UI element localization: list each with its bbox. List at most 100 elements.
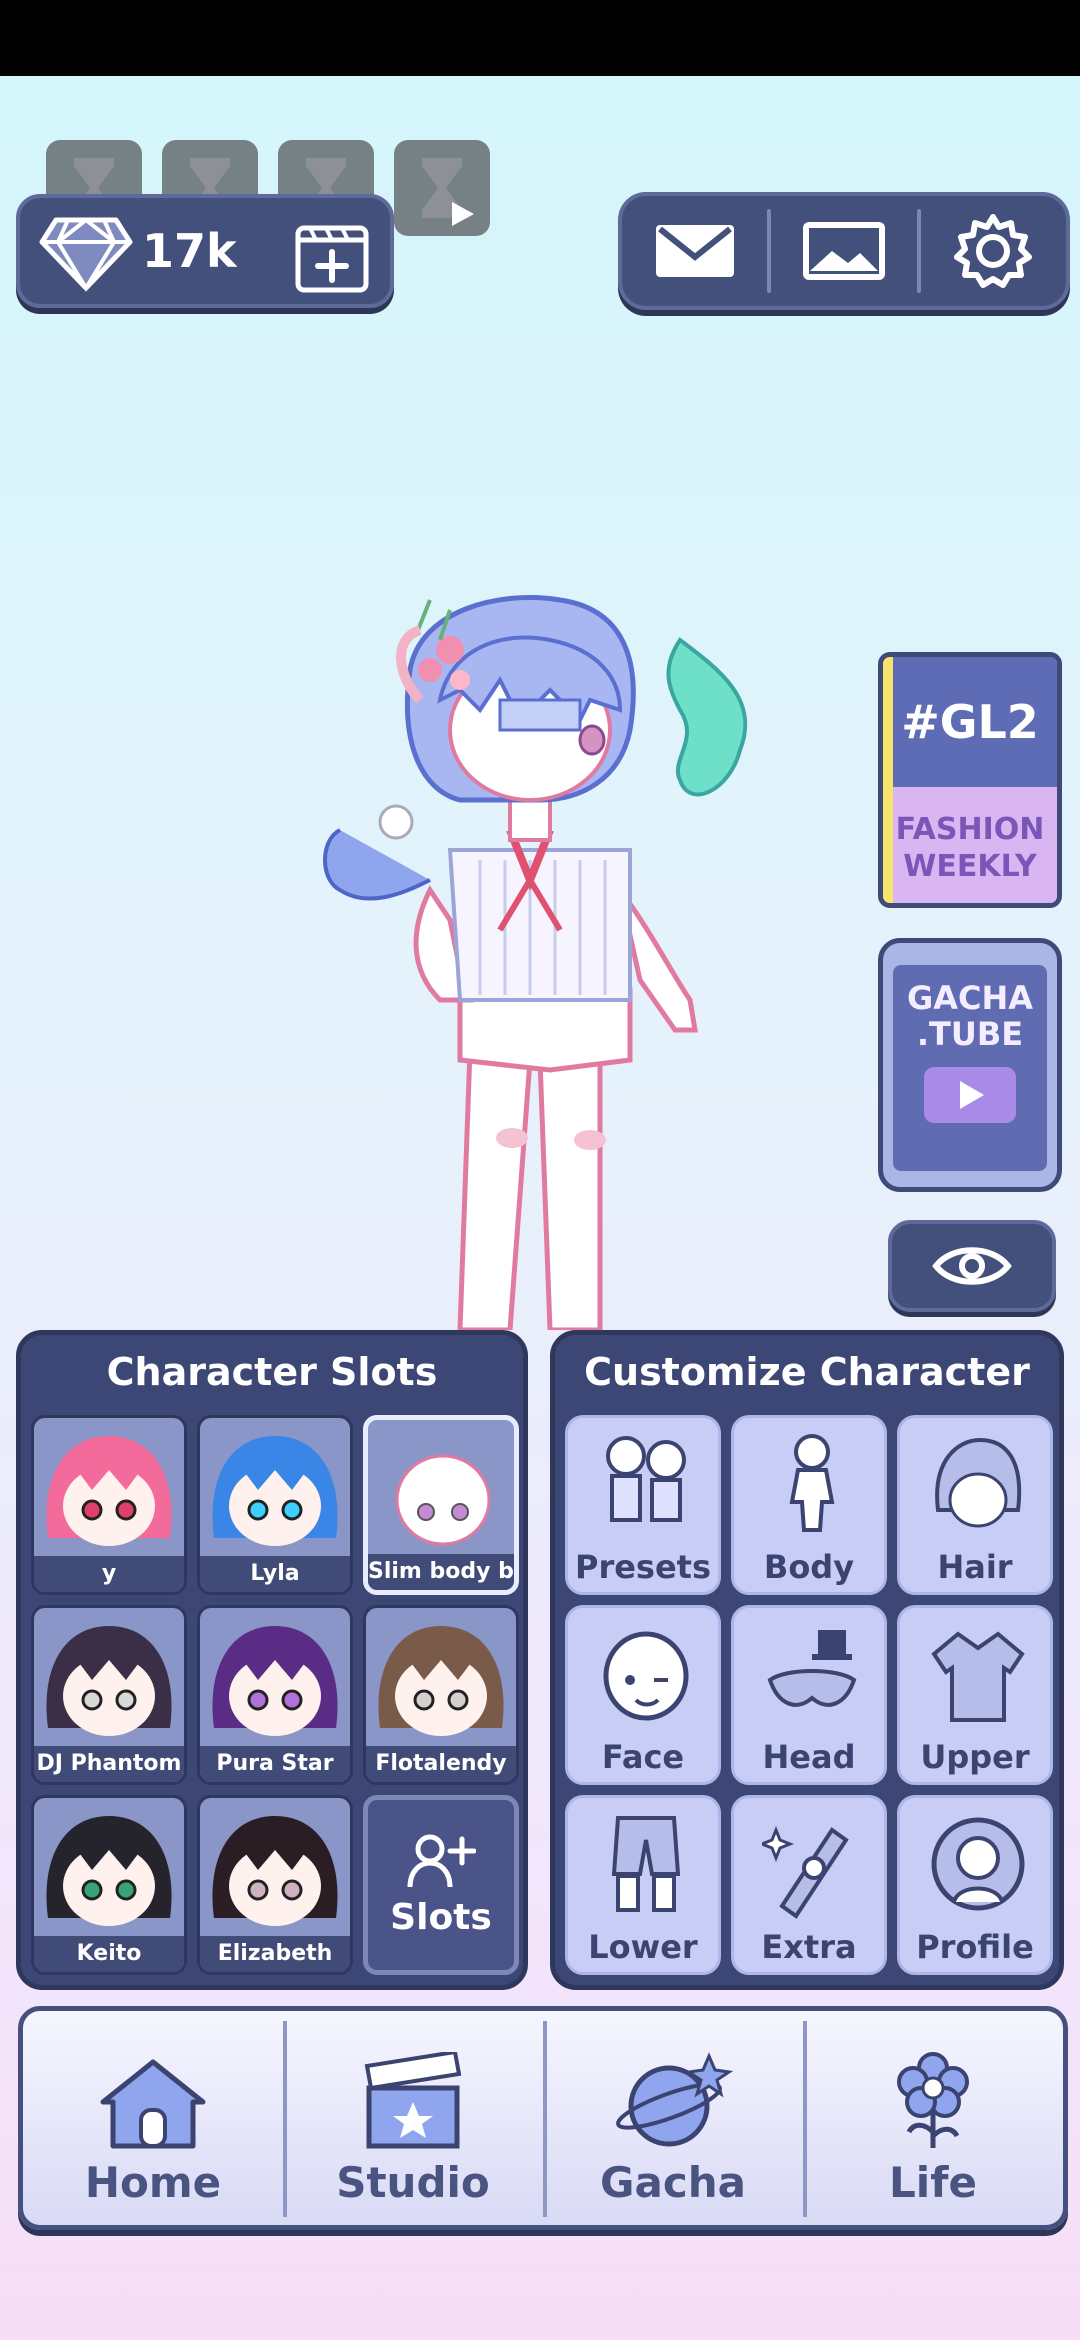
eye-right <box>115 1689 137 1711</box>
magazine-cover-bottom: FASHION WEEKLY <box>883 787 1057 903</box>
slot-label: Pura Star <box>200 1746 350 1782</box>
tile-label: Body <box>763 1548 855 1586</box>
character-avatar <box>46 1816 172 1926</box>
mail-button[interactable] <box>622 196 767 306</box>
character-avatar <box>46 1626 172 1736</box>
add-gems-video-button[interactable] <box>292 214 372 298</box>
character-slot[interactable]: y <box>31 1415 187 1595</box>
gear-icon <box>954 214 1033 288</box>
customize-hair-button[interactable]: Hair <box>897 1415 1053 1595</box>
home-icon <box>100 2059 206 2149</box>
upper-icon <box>931 1631 1025 1722</box>
eye-left <box>247 1499 269 1521</box>
nav-gacha[interactable]: Gacha <box>543 2011 803 2225</box>
profile-icon <box>931 1817 1025 1911</box>
character-slots-panel: Character Slots y Lyla Slim body b DJ Ph… <box>16 1330 528 1990</box>
character-slot[interactable]: Lyla <box>197 1415 353 1595</box>
mail-icon <box>655 225 734 277</box>
customize-head-button[interactable]: Head <box>731 1605 887 1785</box>
slot-label: Flotalendy <box>366 1746 516 1782</box>
eye-left <box>81 1499 103 1521</box>
nav-studio[interactable]: Studio <box>283 2011 543 2225</box>
eye-left <box>247 1689 269 1711</box>
eye-right <box>451 1503 469 1521</box>
extra-icon <box>762 1825 849 1919</box>
gacha-tube-button[interactable]: GACHA .TUBE <box>878 938 1062 1192</box>
slot-label: Keito <box>34 1936 184 1972</box>
character-avatar <box>395 1454 491 1546</box>
customize-upper-button[interactable]: Upper <box>897 1605 1053 1785</box>
tube-screen: GACHA .TUBE <box>893 965 1047 1171</box>
lower-icon <box>611 1816 681 1912</box>
clapperboard-icon <box>364 2052 462 2149</box>
slot-label: Slim body bas <box>368 1554 514 1590</box>
slot-label: Lyla <box>200 1556 350 1592</box>
add-slots-label: Slots <box>390 1896 492 1938</box>
nav-home[interactable]: Home <box>23 2011 283 2225</box>
ad-reward-button-4[interactable] <box>394 140 490 236</box>
magazine-subtitle-2: WEEKLY <box>903 849 1037 884</box>
eye-icon <box>932 1247 1012 1285</box>
tile-label: Lower <box>588 1928 698 1966</box>
hourglass-icon <box>422 158 474 226</box>
body-icon <box>789 1434 835 1532</box>
tube-title: GACHA .TUBE <box>907 980 1033 1053</box>
tile-label: Upper <box>920 1738 1030 1776</box>
tile-label: Face <box>601 1738 685 1776</box>
head-icon <box>767 1630 857 1707</box>
character-slots-title: Character Slots <box>106 1350 438 1394</box>
play-icon <box>924 1066 1016 1123</box>
face-icon <box>603 1631 689 1721</box>
add-user-icon <box>407 1834 476 1887</box>
customize-presets-button[interactable]: Presets <box>565 1415 721 1595</box>
bottom-navigation: Home Studio Gacha Life <box>18 2006 1068 2230</box>
magazine-title: #GL2 <box>901 695 1039 749</box>
character-avatar <box>378 1626 504 1736</box>
eye-left <box>413 1689 435 1711</box>
character-slot[interactable]: Pura Star <box>197 1605 353 1785</box>
character-slot[interactable]: Keito <box>31 1795 187 1975</box>
character-slot[interactable]: DJ Phantom <box>31 1605 187 1785</box>
tube-title-line-2: .TUBE <box>916 1014 1024 1053</box>
customize-lower-button[interactable]: Lower <box>565 1795 721 1975</box>
gem-count: 17k <box>142 224 237 278</box>
eye-right <box>281 1879 303 1901</box>
customize-profile-button[interactable]: Profile <box>897 1795 1053 1975</box>
customize-face-button[interactable]: Face <box>565 1605 721 1785</box>
eye-left <box>81 1689 103 1711</box>
fashion-weekly-button[interactable]: #GL2 FASHION WEEKLY <box>878 652 1062 908</box>
character-avatar <box>46 1436 172 1546</box>
eye-right <box>115 1499 137 1521</box>
eye-left <box>81 1879 103 1901</box>
character-avatar <box>212 1436 338 1546</box>
character-preview[interactable] <box>300 590 780 1330</box>
slot-label: DJ Phantom <box>34 1746 184 1782</box>
slot-label: y <box>34 1556 184 1592</box>
character-slot[interactable]: Elizabeth <box>197 1795 353 1975</box>
eye-right <box>447 1689 469 1711</box>
presets-icon <box>606 1436 686 1522</box>
nav-label: Life <box>889 2158 977 2207</box>
customize-body-button[interactable]: Body <box>731 1415 887 1595</box>
nav-label: Gacha <box>600 2158 746 2207</box>
character-slot[interactable]: Flotalendy <box>363 1605 519 1785</box>
slot-label: Elizabeth <box>200 1936 350 1972</box>
gacha-planet-icon <box>616 2052 733 2147</box>
gem-counter: 17k <box>16 194 394 308</box>
character-slot-selected[interactable]: Slim body bas <box>363 1415 519 1595</box>
customize-extra-button[interactable]: Extra <box>731 1795 887 1975</box>
eye-right <box>281 1499 303 1521</box>
tile-label: Extra <box>761 1928 857 1966</box>
hide-ui-button[interactable] <box>888 1220 1056 1312</box>
settings-button[interactable] <box>921 196 1066 306</box>
add-slots-button[interactable]: Slots <box>363 1795 519 1975</box>
nav-life[interactable]: Life <box>803 2011 1063 2225</box>
customize-character-title: Customize Character <box>584 1350 1030 1394</box>
character-avatar <box>212 1626 338 1736</box>
customize-grid: Presets Body Hair Face Head Upper Lower … <box>565 1415 1053 1975</box>
magazine-stripe <box>883 657 893 903</box>
magazine-subtitle-1: FASHION <box>895 811 1045 847</box>
tile-label: Profile <box>916 1928 1034 1966</box>
gallery-button[interactable] <box>771 196 916 306</box>
diamond-icon <box>39 217 133 292</box>
